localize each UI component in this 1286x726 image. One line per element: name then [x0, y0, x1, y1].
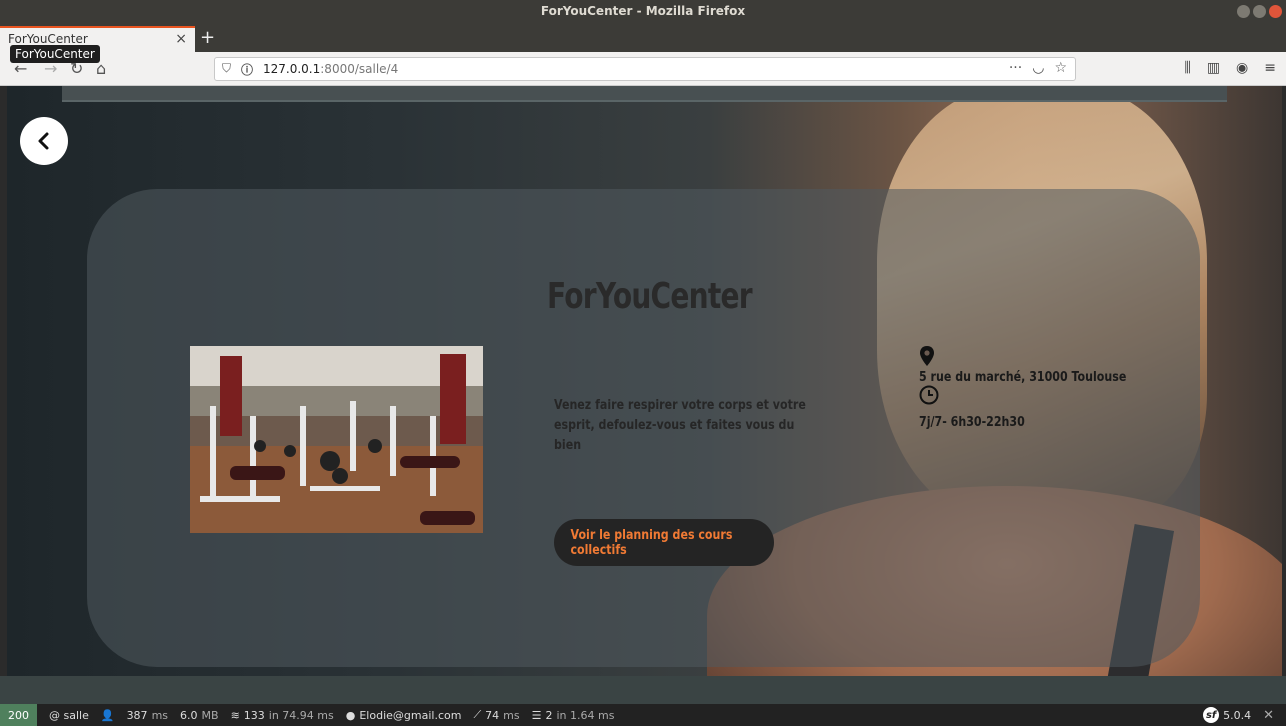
gym-hours: 7j/7- 6h30-22h30	[919, 415, 1025, 430]
symfony-right: sf 5.0.4 ✕	[1203, 707, 1274, 723]
twig-unit: ms	[503, 708, 520, 722]
page-footer-strip	[0, 676, 1286, 704]
symfony-version[interactable]: sf 5.0.4	[1203, 707, 1251, 723]
twig-value: 74	[485, 708, 500, 722]
tab-label: ForYouCenter	[8, 32, 88, 46]
toolbar-icons: ⫼ ▥ ◉ ≡	[1184, 60, 1276, 76]
pocket-icon[interactable]: ◡	[1032, 60, 1044, 76]
menu-icon[interactable]: ≡	[1264, 60, 1276, 76]
tracking-shield-icon[interactable]: ⛉	[222, 61, 231, 76]
time-value: 387	[126, 708, 148, 722]
back-button[interactable]	[20, 117, 68, 165]
url-path: :8000/salle/4	[320, 62, 399, 76]
ghost-icon[interactable]: 👤	[101, 709, 115, 722]
map-pin-icon	[919, 346, 1163, 370]
page-actions-icon[interactable]: ···	[1009, 60, 1022, 76]
twig-icon: ⟋	[473, 708, 482, 721]
layers-icon: ≋	[230, 708, 240, 722]
database-icon: ☰	[531, 708, 542, 722]
symfony-toolbar: 200 @ salle 👤 387 ms 6.0 MB ≋ 133 in 74.94 m…	[0, 704, 1286, 726]
cache-time: in 74.94 ms	[268, 708, 334, 722]
planning-button[interactable]: Voir le planning des cours collectifs	[554, 519, 774, 566]
symfony-logo-icon: sf	[1203, 707, 1220, 723]
db-queries: 2	[545, 708, 553, 722]
tab-close-icon[interactable]: ×	[175, 31, 187, 47]
url-host: 127.0.0.1	[263, 62, 321, 76]
window-title: ForYouCenter - Mozilla Firefox	[540, 4, 746, 18]
planning-button-label: Voir le planning des cours collectifs	[570, 527, 733, 558]
header-strip	[62, 86, 1227, 102]
cache-calls: 133	[243, 708, 265, 722]
page-viewport: ForYouCenter Venez faire respirer votre …	[7, 86, 1282, 676]
version-label: 5.0.4	[1223, 708, 1252, 722]
account-icon[interactable]: ◉	[1236, 60, 1248, 76]
maximize-button[interactable]	[1253, 5, 1266, 18]
minimize-button[interactable]	[1237, 5, 1250, 18]
gym-description: Venez faire respirer votre corps et votr…	[554, 398, 806, 453]
navigation-bar: ← → ↻ ⌂ ⛉ ⓘ 127.0.0.1:8000/salle/4 ··· ◡…	[0, 52, 1286, 86]
time-unit: ms	[151, 708, 169, 722]
gym-address: 5 rue du marché, 31000 Toulouse	[919, 370, 1127, 385]
window-titlebar: ForYouCenter - Mozilla Firefox	[0, 0, 1286, 26]
gym-info: 5 rue du marché, 31000 Toulouse 7j/7- 6h…	[919, 346, 1163, 430]
url-text[interactable]: 127.0.0.1:8000/salle/4	[263, 62, 398, 76]
db-time: in 1.64 ms	[556, 708, 615, 722]
bookmark-star-icon[interactable]: ☆	[1054, 60, 1067, 76]
site-info-icon[interactable]: ⓘ	[241, 61, 253, 78]
toolbar-close-icon[interactable]: ✕	[1263, 708, 1274, 723]
new-tab-button[interactable]: +	[200, 27, 215, 48]
memory-unit: MB	[201, 708, 219, 722]
route-name[interactable]: @ salle	[49, 709, 89, 722]
sidebar-icon[interactable]: ▥	[1207, 60, 1220, 76]
route-label: @ salle	[49, 708, 89, 722]
user-icon: ●	[345, 708, 356, 722]
database-panel[interactable]: ☰ 2 in 1.64 ms	[532, 709, 615, 722]
status-code-badge[interactable]: 200	[0, 704, 37, 726]
gym-title: ForYouCenter	[547, 276, 753, 317]
tab-bar: ForYouCenter × +	[0, 26, 1286, 52]
twig-panel[interactable]: ⟋ 74 ms	[473, 708, 519, 722]
chevron-left-icon	[38, 132, 49, 150]
url-bar[interactable]: ⛉ ⓘ 127.0.0.1:8000/salle/4 ··· ◡ ☆	[214, 57, 1076, 81]
gym-interior-image	[190, 346, 483, 533]
window-controls	[1237, 5, 1282, 18]
library-icon[interactable]: ⫼	[1184, 60, 1190, 76]
close-window-button[interactable]	[1269, 5, 1282, 18]
screen: ForYouCenter - Mozilla Firefox ForYouCen…	[0, 0, 1286, 726]
cache-panel[interactable]: ≋ 133 in 74.94 ms	[231, 709, 334, 722]
timing-panel[interactable]: 387 ms	[127, 709, 168, 722]
tab-tooltip: ForYouCenter	[10, 45, 100, 63]
gym-photo	[190, 346, 483, 533]
clock-icon	[919, 385, 1163, 409]
user-email: Elodie@gmail.com	[359, 708, 462, 722]
url-actions: ··· ◡ ☆	[1009, 60, 1067, 76]
user-panel[interactable]: ● Elodie@gmail.com	[346, 709, 462, 722]
memory-panel[interactable]: 6.0 MB	[180, 709, 219, 722]
memory-value: 6.0	[180, 708, 198, 722]
